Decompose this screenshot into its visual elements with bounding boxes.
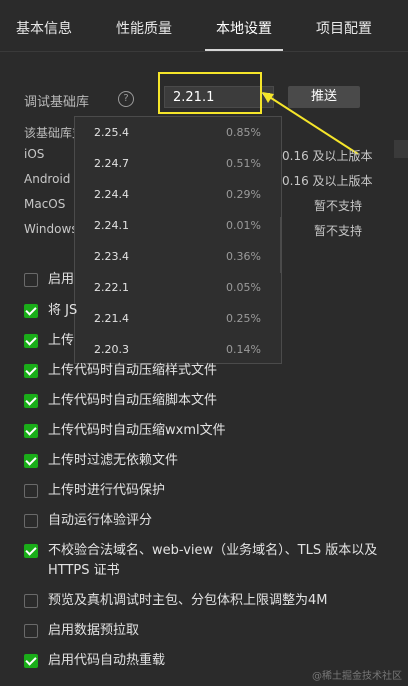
dropdown-item[interactable]: 2.23.4 0.36% [75,241,281,272]
checkbox-js[interactable] [24,304,38,318]
checkbox-skip-domain-check[interactable] [24,544,38,558]
dropdown-item[interactable]: 2.21.4 0.25% [75,303,281,334]
platform-android: Android [24,172,71,186]
dropdown-usage: 0.29% [226,188,261,201]
dropdown-item[interactable]: 2.22.1 0.05% [75,272,281,303]
checkbox-label: 不校验合法域名、web-view（业务域名）、TLS 版本以及 HTTPS 证书 [48,543,378,578]
checkbox-compress-script[interactable] [24,394,38,408]
dropdown-version: 2.24.1 [94,219,129,232]
dropdown-version: 2.24.4 [94,188,129,201]
checkbox-code-protect[interactable] [24,484,38,498]
dropdown-version: 2.24.7 [94,157,129,170]
dropdown-usage: 0.01% [226,219,261,232]
dropdown-item[interactable]: 2.24.1 0.01% [75,210,281,241]
dropdown-usage: 0.36% [226,250,261,263]
checkbox-label: 上传 [48,333,75,348]
dropdown-usage: 0.85% [226,126,261,139]
watermark: @稀土掘金技术社区 [312,671,402,682]
checkbox-label: 启用代码自动热重载 [48,653,166,668]
dropdown-version: 2.20.3 [94,343,129,356]
checkbox-4m-limit[interactable] [24,594,38,608]
dropdown-item[interactable]: 2.25.4 0.85% [75,117,281,148]
platform-windows: Windows [24,222,78,236]
dropdown-version: 2.23.4 [94,250,129,263]
platform-ios: iOS [24,147,45,161]
dropdown-usage: 0.51% [226,157,261,170]
checkbox-label: 上传代码时自动压缩样式文件 [48,363,218,378]
checkbox-compress-wxml[interactable] [24,424,38,438]
dropdown-version: 2.22.1 [94,281,129,294]
dropdown-version: 2.25.4 [94,126,129,139]
dropdown-usage: 0.25% [226,312,261,325]
dropdown-usage: 0.14% [226,343,261,356]
dropdown-usage: 0.05% [226,281,261,294]
checkbox-label: 上传代码时自动压缩脚本文件 [48,393,218,408]
dropdown-scrollbar[interactable] [280,217,281,273]
checkbox-label: 上传时进行代码保护 [48,483,166,498]
checkbox-filter-unused[interactable] [24,454,38,468]
checkbox-label: 启用数据预拉取 [48,623,140,638]
macos-support-value: 暂不支持 [314,199,363,213]
dropdown-item[interactable]: 2.24.4 0.29% [75,179,281,210]
android-support-value: 0.16 及以上版本 [282,174,373,188]
checkbox-auto-score[interactable] [24,514,38,528]
checkbox-enable[interactable] [24,273,38,287]
checkbox-label: 自动运行体验评分 [48,513,153,528]
platform-macos: MacOS [24,197,66,211]
table-scroll-indicator [394,140,408,158]
checkbox-label: 上传代码时自动压缩wxml文件 [48,423,226,438]
checkbox-label: 将 JS [48,303,78,318]
dropdown-item[interactable]: 2.24.7 0.51% [75,148,281,179]
checkbox-label: 预览及真机调试时主包、分包体积上限调整为4M [48,593,328,608]
ios-support-value: 0.16 及以上版本 [282,149,373,163]
dropdown-item[interactable]: 2.20.3 0.14% [75,334,281,363]
checkbox-upload[interactable] [24,334,38,348]
checkbox-hot-reload[interactable] [24,654,38,668]
checkbox-prefetch[interactable] [24,624,38,638]
checkbox-label: 启用 [48,272,75,287]
dropdown-version: 2.21.4 [94,312,129,325]
version-dropdown[interactable]: 2.25.4 0.85% 2.24.7 0.51% 2.24.4 0.29% 2… [74,116,282,364]
windows-support-value: 暂不支持 [314,224,363,238]
checkbox-label: 上传时过滤无依赖文件 [48,453,179,468]
checkbox-compress-style[interactable] [24,364,38,378]
